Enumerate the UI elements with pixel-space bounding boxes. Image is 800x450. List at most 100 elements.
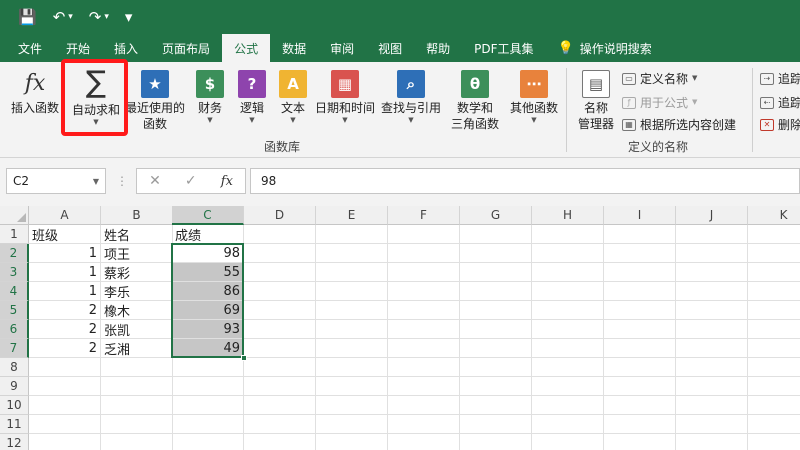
cell-f1[interactable] (388, 225, 460, 244)
cell-k7[interactable] (748, 339, 800, 358)
cell-h6[interactable] (532, 320, 604, 339)
cell-b11[interactable] (101, 415, 173, 434)
cell-k11[interactable] (748, 415, 800, 434)
cell-a9[interactable] (29, 377, 101, 396)
cell-i4[interactable] (604, 282, 676, 301)
cell-h8[interactable] (532, 358, 604, 377)
text-button[interactable]: A 文本 ▼ (276, 70, 310, 125)
cell-k3[interactable] (748, 263, 800, 282)
cell-d7[interactable] (244, 339, 316, 358)
cell-f12[interactable] (388, 434, 460, 450)
cell-d2[interactable] (244, 244, 316, 263)
cell-c12[interactable] (172, 434, 244, 450)
undo-button[interactable]: ↶ ▾ (53, 8, 73, 26)
cell-c7[interactable]: 49 (172, 339, 244, 358)
cell-b12[interactable] (101, 434, 173, 450)
name-manager-button[interactable]: ▤ 名称 管理器 (574, 70, 618, 132)
cell-h7[interactable] (532, 339, 604, 358)
cell-h10[interactable] (532, 396, 604, 415)
cell-f8[interactable] (388, 358, 460, 377)
create-from-selection-button[interactable]: ▦ 根据所选内容创建 (622, 116, 736, 133)
cell-a3[interactable]: 1 (29, 263, 101, 282)
tab-review[interactable]: 审阅 (318, 34, 366, 62)
remove-arrows-button[interactable]: ✕ 删除 (760, 116, 800, 133)
column-header-i[interactable]: I (604, 206, 676, 225)
formula-input[interactable]: 98 (250, 168, 800, 194)
column-header-h[interactable]: H (532, 206, 604, 225)
cell-j5[interactable] (676, 301, 748, 320)
column-header-f[interactable]: F (388, 206, 460, 225)
row-header-11[interactable]: 11 (0, 415, 29, 434)
cell-e8[interactable] (316, 358, 388, 377)
tab-home[interactable]: 开始 (54, 34, 102, 62)
cell-a11[interactable] (29, 415, 101, 434)
cell-d1[interactable] (244, 225, 316, 244)
cell-g11[interactable] (460, 415, 532, 434)
cell-g2[interactable] (460, 244, 532, 263)
cell-d6[interactable] (244, 320, 316, 339)
cell-d8[interactable] (244, 358, 316, 377)
cell-g5[interactable] (460, 301, 532, 320)
insert-function-icon[interactable]: fx (221, 174, 233, 189)
cell-j10[interactable] (676, 396, 748, 415)
cell-e9[interactable] (316, 377, 388, 396)
cell-f2[interactable] (388, 244, 460, 263)
cell-b4[interactable]: 李乐 (101, 282, 173, 301)
cell-d4[interactable] (244, 282, 316, 301)
cell-f9[interactable] (388, 377, 460, 396)
tab-insert[interactable]: 插入 (102, 34, 150, 62)
tell-me-search[interactable]: 💡 操作说明搜索 (546, 34, 664, 62)
column-header-d[interactable]: D (244, 206, 316, 225)
column-header-b[interactable]: B (101, 206, 173, 225)
cell-f4[interactable] (388, 282, 460, 301)
cell-j8[interactable] (676, 358, 748, 377)
cell-i8[interactable] (604, 358, 676, 377)
cell-h9[interactable] (532, 377, 604, 396)
redo-button[interactable]: ↷ ▾ (89, 8, 109, 26)
column-header-a[interactable]: A (29, 206, 101, 225)
row-header-6[interactable]: 6 (0, 320, 29, 339)
cell-b5[interactable]: 橡木 (101, 301, 173, 320)
row-header-12[interactable]: 12 (0, 434, 29, 450)
recently-used-button[interactable]: ★ 最近使用的 函数 (124, 70, 186, 132)
cell-c2[interactable]: 98 (172, 244, 244, 263)
cell-a2[interactable]: 1 (29, 244, 101, 263)
cell-i12[interactable] (604, 434, 676, 450)
cell-e6[interactable] (316, 320, 388, 339)
cell-i10[interactable] (604, 396, 676, 415)
cell-g4[interactable] (460, 282, 532, 301)
row-header-7[interactable]: 7 (0, 339, 29, 358)
cell-a1[interactable]: 班级 (29, 225, 101, 244)
cell-j3[interactable] (676, 263, 748, 282)
cell-b2[interactable]: 项王 (101, 244, 173, 263)
cell-k1[interactable] (748, 225, 800, 244)
cell-h3[interactable] (532, 263, 604, 282)
cell-f11[interactable] (388, 415, 460, 434)
cell-c5[interactable]: 69 (172, 301, 244, 320)
cell-a7[interactable]: 2 (29, 339, 101, 358)
row-header-3[interactable]: 3 (0, 263, 29, 282)
cell-j2[interactable] (676, 244, 748, 263)
tab-page-layout[interactable]: 页面布局 (150, 34, 222, 62)
cell-b1[interactable]: 姓名 (101, 225, 173, 244)
cell-d5[interactable] (244, 301, 316, 320)
column-header-k[interactable]: K (748, 206, 800, 225)
cell-j9[interactable] (676, 377, 748, 396)
cell-c1[interactable]: 成绩 (172, 225, 244, 244)
cell-f3[interactable] (388, 263, 460, 282)
cell-g9[interactable] (460, 377, 532, 396)
cell-k6[interactable] (748, 320, 800, 339)
cell-c11[interactable] (172, 415, 244, 434)
cell-e12[interactable] (316, 434, 388, 450)
cell-f6[interactable] (388, 320, 460, 339)
column-header-g[interactable]: G (460, 206, 532, 225)
tab-data[interactable]: 数据 (270, 34, 318, 62)
tab-formulas[interactable]: 公式 (222, 34, 271, 62)
column-header-e[interactable]: E (316, 206, 388, 225)
cell-g10[interactable] (460, 396, 532, 415)
logical-button[interactable]: ? 逻辑 ▼ (236, 70, 268, 125)
row-header-8[interactable]: 8 (0, 358, 29, 377)
customize-quick-access-icon[interactable]: ▾ (125, 8, 133, 26)
cell-h11[interactable] (532, 415, 604, 434)
confirm-icon[interactable]: ✓ (185, 173, 197, 189)
